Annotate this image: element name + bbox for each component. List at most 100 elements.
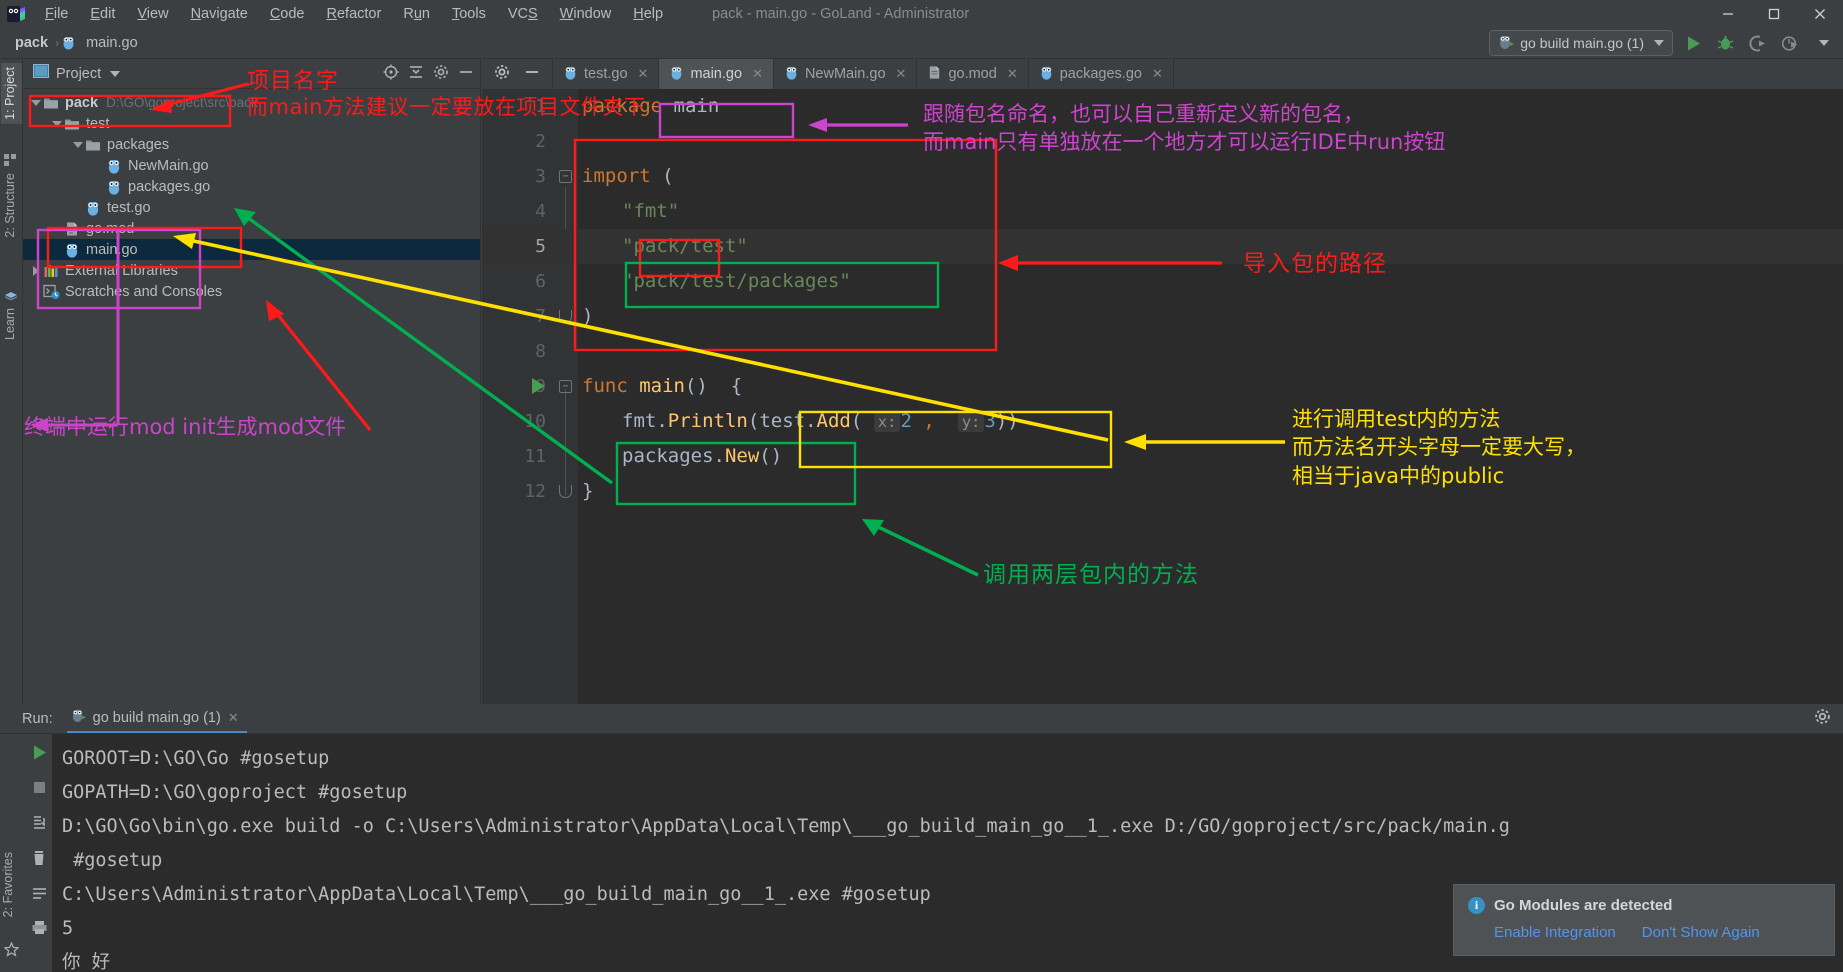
tree-row-test[interactable]: test: [23, 113, 480, 134]
print-button[interactable]: [31, 920, 48, 940]
locate-file-icon[interactable]: [383, 64, 399, 85]
sidebar-tab-project[interactable]: 1: Project: [1, 63, 22, 124]
line-number: 6: [482, 264, 546, 299]
run-gutter-icon[interactable]: [532, 378, 545, 394]
close-icon[interactable]: ✕: [1152, 66, 1163, 82]
tree-row-test-go[interactable]: test.go: [23, 197, 480, 218]
go-file-icon: [106, 179, 122, 195]
settings-gear-icon[interactable]: [494, 64, 510, 85]
menu-bar: FFileile Edit View Navigate Code Refacto…: [34, 3, 674, 25]
close-icon[interactable]: ✕: [228, 710, 239, 726]
close-icon[interactable]: ✕: [1007, 66, 1018, 82]
tree-row-external-libraries[interactable]: External Libraries: [23, 260, 480, 281]
fold-expand-icon[interactable]: [559, 485, 572, 498]
folder-icon: [43, 95, 59, 111]
settings-gear-icon[interactable]: [433, 64, 449, 85]
tree-row-scratches-consoles[interactable]: Scratches and Consoles: [23, 281, 480, 302]
line-content: "fmt": [622, 194, 679, 229]
enable-integration-link[interactable]: Enable Integration: [1494, 924, 1616, 941]
dont-show-again-link[interactable]: Don't Show Again: [1642, 924, 1760, 941]
structure-icon: [4, 154, 17, 172]
chevron-down-icon[interactable]: [50, 117, 64, 131]
go-mod-icon: [64, 221, 80, 237]
tree-row-packages-go[interactable]: packages.go: [23, 176, 480, 197]
fold-collapse-icon[interactable]: −: [559, 170, 572, 183]
editor-tab-newmain-go[interactable]: NewMain.go ✕: [774, 59, 918, 89]
tree-label: main.go: [86, 242, 138, 258]
debug-button[interactable]: [1714, 32, 1737, 55]
editor-tab-main-go[interactable]: main.go ✕: [659, 59, 774, 89]
window-controls: [1705, 0, 1843, 27]
close-icon[interactable]: ✕: [638, 66, 649, 82]
more-dropdown-button[interactable]: [1810, 32, 1833, 55]
code-editor[interactable]: 1 package main 2 3 − import ( 4 "fmt": [482, 89, 1843, 704]
project-panel-header: Project: [23, 59, 480, 89]
left-tool-window-strip: 1: Project 2: Structure Learn: [0, 59, 23, 704]
menu-item-help[interactable]: Help: [622, 3, 674, 25]
menu-item-refactor[interactable]: Refactor: [316, 3, 393, 25]
code-lines: 1 package main 2 3 − import ( 4 "fmt": [482, 89, 1843, 704]
soft-wrap-button[interactable]: [31, 886, 48, 906]
chevron-down-icon[interactable]: [1654, 40, 1664, 46]
fold-collapse-icon[interactable]: −: [559, 380, 572, 393]
code-line-10: 10 fmt.Println(test.Add( x:2 , y:3)): [482, 404, 1843, 439]
console-line: D:\GO\Go\bin\go.exe build -o C:\Users\Ad…: [62, 810, 1843, 844]
sidebar-tab-favorites[interactable]: 2: Favorites: [1, 852, 22, 917]
console-line: GOPATH=D:\GO\goproject #gosetup: [62, 776, 1843, 810]
editor-tab-go-mod[interactable]: go.mod ✕: [917, 59, 1028, 89]
line-content: package main: [582, 89, 719, 124]
line-content: import (: [582, 159, 674, 194]
tree-label: Scratches and Consoles: [65, 284, 222, 300]
maximize-button[interactable]: [1751, 0, 1797, 27]
menu-item-run[interactable]: Run: [392, 3, 441, 25]
chevron-right-icon[interactable]: [29, 264, 43, 278]
gopher-icon: [1498, 34, 1514, 53]
menu-item-vcs[interactable]: VCS: [497, 3, 549, 25]
menu-item-edit[interactable]: Edit: [79, 3, 126, 25]
close-icon[interactable]: ✕: [752, 66, 763, 82]
chevron-down-icon[interactable]: [29, 96, 43, 110]
tree-row-pack[interactable]: pack D:\GO\goproject\src\pack: [23, 92, 480, 113]
hide-panel-icon[interactable]: [458, 64, 474, 85]
run-tab-go-build-main[interactable]: go build main.go (1) ✕: [67, 704, 247, 733]
sidebar-tab-structure[interactable]: 2: Structure: [1, 169, 22, 242]
run-with-coverage-button[interactable]: [1746, 32, 1769, 55]
tree-row-packages[interactable]: packages: [23, 134, 480, 155]
tree-row-newmain-go[interactable]: NewMain.go: [23, 155, 480, 176]
minimize-button[interactable]: [1705, 0, 1751, 27]
run-button[interactable]: [1682, 32, 1705, 55]
menu-item-tools[interactable]: Tools: [441, 3, 497, 25]
scroll-to-end-button[interactable]: [31, 814, 48, 836]
tree-row-main-go[interactable]: main.go: [23, 239, 480, 260]
profile-button[interactable]: [1778, 32, 1801, 55]
go-file-icon: [106, 158, 122, 174]
hide-panel-icon[interactable]: [524, 64, 540, 85]
menu-item-navigate[interactable]: Navigate: [180, 3, 259, 25]
line-content: ): [582, 299, 593, 334]
rerun-button[interactable]: [31, 744, 48, 766]
tree-label: test.go: [107, 200, 151, 216]
close-icon[interactable]: ✕: [896, 66, 907, 82]
close-button[interactable]: [1797, 0, 1843, 27]
editor-tab-test-go[interactable]: test.go ✕: [553, 59, 659, 89]
collapse-all-icon[interactable]: [408, 64, 424, 85]
menu-item-window[interactable]: Window: [549, 3, 623, 25]
go-file-icon: [61, 35, 76, 50]
menu-item-file[interactable]: FFileile: [34, 3, 79, 25]
tree-row-go-mod[interactable]: go.mod: [23, 218, 480, 239]
project-tool-window: Project pack: [23, 59, 481, 704]
menu-item-view[interactable]: View: [126, 3, 179, 25]
fold-expand-icon[interactable]: [559, 310, 572, 323]
chevron-down-icon[interactable]: [71, 138, 85, 152]
clear-all-button[interactable]: [31, 850, 47, 872]
menu-item-code[interactable]: Code: [259, 3, 316, 25]
code-line-3: 3 − import (: [482, 159, 1843, 194]
breadcrumb-item-mainfile[interactable]: main.go: [81, 33, 143, 53]
run-configuration-selector[interactable]: go build main.go (1): [1489, 30, 1673, 56]
gear-icon[interactable]: [1814, 708, 1831, 730]
breadcrumb-item-pack[interactable]: pack: [10, 33, 53, 53]
editor-tab-packages-go[interactable]: packages.go ✕: [1029, 59, 1174, 89]
stop-button[interactable]: [32, 780, 47, 800]
go-file-icon: [64, 242, 80, 258]
chevron-down-icon[interactable]: [110, 71, 120, 77]
